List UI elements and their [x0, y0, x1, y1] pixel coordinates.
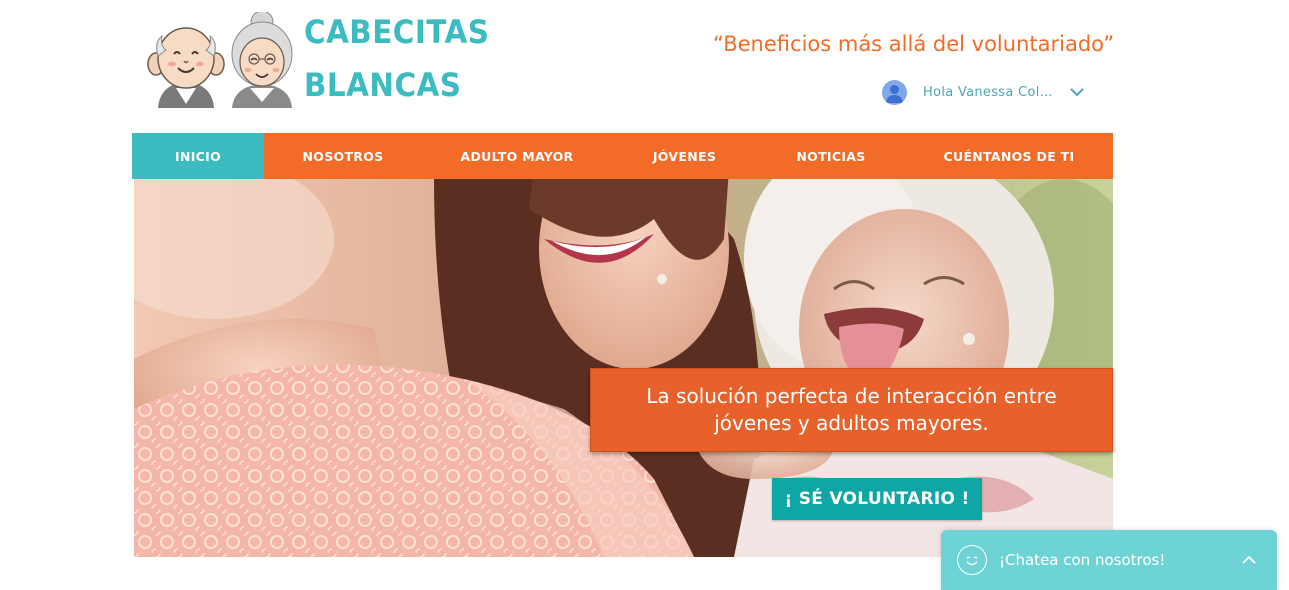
user-menu[interactable]: Hola Vanessa Colq... — [882, 79, 1085, 105]
nav-item-adulto-mayor[interactable]: ADULTO MAYOR — [422, 133, 612, 179]
volunteer-button[interactable]: ¡ SÉ VOLUNTARIO ! — [772, 478, 982, 520]
smiley-icon[interactable] — [957, 545, 987, 575]
logo-text-line2[interactable]: BLANCAS — [304, 65, 461, 105]
chat-label[interactable]: ¡Chatea con nosotros! — [999, 551, 1241, 569]
nav-item-cuentanos-de-ti[interactable]: CUÉNTANOS DE TI — [905, 133, 1113, 179]
tagline: “Beneficios más allá del voluntariado” — [713, 32, 1115, 56]
user-greeting[interactable]: Hola Vanessa Colq... — [923, 85, 1059, 100]
chevron-down-icon[interactable] — [1069, 84, 1085, 100]
chevron-up-icon[interactable] — [1241, 552, 1257, 568]
main-nav: INICIO NOSOTROS ADULTO MAYOR JÓVENES NOT… — [132, 133, 1113, 179]
logo-text-line1[interactable]: CABECITAS — [304, 12, 489, 52]
nav-item-jovenes[interactable]: JÓVENES — [612, 133, 757, 179]
logo-illustration[interactable] — [146, 10, 296, 108]
hero-callout: La solución perfecta de interacción entr… — [590, 368, 1113, 452]
nav-item-inicio[interactable]: INICIO — [132, 133, 264, 179]
nav-item-noticias[interactable]: NOTICIAS — [757, 133, 905, 179]
chat-widget[interactable]: ¡Chatea con nosotros! — [941, 530, 1277, 590]
user-avatar-icon[interactable] — [882, 79, 907, 105]
nav-item-nosotros[interactable]: NOSOTROS — [264, 133, 422, 179]
